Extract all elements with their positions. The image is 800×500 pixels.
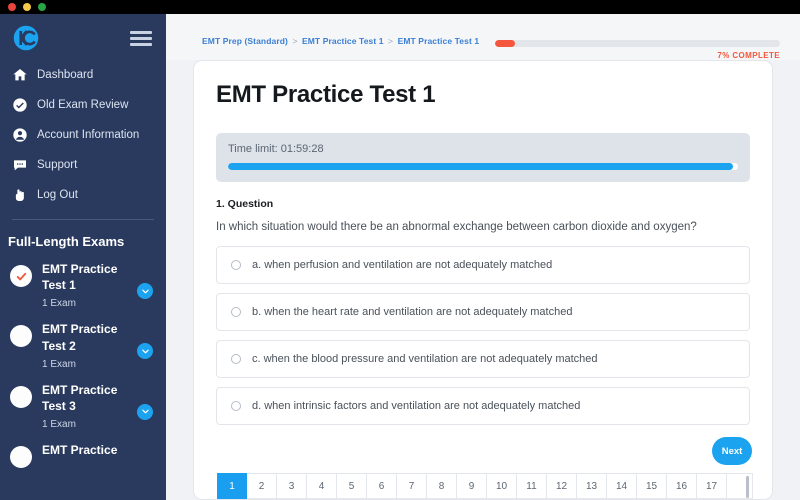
pagination-scrollbar[interactable] [746, 476, 749, 498]
status-circle-icon [10, 325, 32, 348]
answer-option-label: a. when perfusion and ventilation are no… [252, 259, 553, 271]
pagination-tail [727, 473, 753, 499]
sidebar-item-label: Support [37, 159, 78, 171]
next-button-row: Next [216, 433, 752, 473]
answer-option-c[interactable]: c. when the blood pressure and ventilati… [216, 340, 750, 378]
pagination-cell-8[interactable]: 8 [427, 473, 457, 499]
progress-fill [495, 40, 515, 47]
pagination-cell-9[interactable]: 9 [457, 473, 487, 499]
pagination-cell-7[interactable]: 7 [397, 473, 427, 499]
pagination-cell-2[interactable]: 2 [247, 473, 277, 499]
course-progress: 7% COMPLETE [495, 40, 780, 60]
chevron-down-icon[interactable] [137, 403, 153, 420]
pagination-cell-10[interactable]: 10 [487, 473, 517, 499]
radio-button[interactable] [231, 307, 241, 317]
ec-logo[interactable] [12, 24, 40, 52]
time-limit-fill [228, 163, 733, 170]
sidebar-item-label: Account Information [37, 129, 140, 141]
sidebar-section-title: Full-Length Exams [8, 234, 125, 249]
next-button[interactable]: Next [712, 437, 752, 465]
status-circle-icon [10, 385, 32, 408]
close-window-button[interactable] [8, 3, 16, 11]
exam-name: EMT Practice Test 2 [42, 322, 118, 353]
time-limit-panel: Time limit: 01:59:28 [216, 133, 750, 182]
pagination-cell-6[interactable]: 6 [367, 473, 397, 499]
list-item[interactable]: EMT Practice [0, 436, 166, 474]
sidebar-item-label: Dashboard [37, 69, 94, 81]
question-text: In which situation would there be an abn… [216, 221, 697, 233]
minimize-window-button[interactable] [23, 3, 31, 11]
breadcrumb: EMT Prep (Standard) > EMT Practice Test … [202, 36, 479, 46]
sidebar: Dashboard Old Exam Review Account Inform… [0, 14, 166, 500]
breadcrumb-item-1[interactable]: EMT Prep (Standard) [202, 36, 288, 46]
answer-option-d[interactable]: d. when intrinsic factors and ventilatio… [216, 387, 750, 425]
time-limit-track [228, 163, 738, 170]
answer-option-label: c. when the blood pressure and ventilati… [252, 353, 598, 365]
exam-name: EMT Practice [42, 443, 118, 458]
pagination-cell-13[interactable]: 13 [577, 473, 607, 499]
list-item[interactable]: EMT Practice Test 2 1 Exam [0, 315, 166, 375]
app-window: Dashboard Old Exam Review Account Inform… [0, 0, 800, 500]
sidebar-item-account-information[interactable]: Account Information [0, 120, 166, 150]
sidebar-header [0, 14, 166, 60]
radio-button[interactable] [231, 354, 241, 364]
pagination-cell-5[interactable]: 5 [337, 473, 367, 499]
exam-name: EMT Practice Test 1 [42, 262, 118, 293]
check-circle-icon [12, 97, 28, 113]
pagination-cell-3[interactable]: 3 [277, 473, 307, 499]
pagination-cell-11[interactable]: 11 [517, 473, 547, 499]
breadcrumb-item-3[interactable]: EMT Practice Test 1 [398, 36, 480, 46]
chevron-down-icon[interactable] [137, 283, 153, 299]
list-item[interactable]: EMT Practice Test 3 1 Exam [0, 376, 166, 436]
pagination-cell-15[interactable]: 15 [637, 473, 667, 499]
radio-button[interactable] [231, 260, 241, 270]
progress-track [495, 40, 780, 47]
exam-name: EMT Practice Test 3 [42, 382, 118, 413]
breadcrumb-separator: > [292, 36, 298, 46]
pagination-cell-4[interactable]: 4 [307, 473, 337, 499]
pagination-cell-17[interactable]: 17 [697, 473, 727, 499]
answer-options: a. when perfusion and ventilation are no… [216, 246, 750, 425]
answer-option-b[interactable]: b. when the heart rate and ventilation a… [216, 293, 750, 331]
breadcrumb-item-2[interactable]: EMT Practice Test 1 [302, 36, 384, 46]
pagination-cell-1[interactable]: 1 [217, 473, 247, 499]
sidebar-item-old-exam-review[interactable]: Old Exam Review [0, 90, 166, 120]
pagination-cell-16[interactable]: 16 [667, 473, 697, 499]
user-circle-icon [12, 127, 28, 143]
radio-button[interactable] [231, 401, 241, 411]
sidebar-item-label: Log Out [37, 189, 78, 201]
question-card: EMT Practice Test 1 Time limit: 01:59:28… [193, 60, 773, 500]
exam-count: 1 Exam [42, 298, 76, 310]
sidebar-item-log-out[interactable]: Log Out [0, 180, 166, 210]
pagination-cell-14[interactable]: 14 [607, 473, 637, 499]
breadcrumb-separator: > [388, 36, 394, 46]
sidebar-item-dashboard[interactable]: Dashboard [0, 60, 166, 90]
list-item[interactable]: EMT Practice Test 1 1 Exam [0, 255, 166, 315]
pagination-cell-12[interactable]: 12 [547, 473, 577, 499]
status-circle-icon [10, 446, 32, 469]
chat-bubble-icon [12, 157, 28, 173]
window-titlebar [0, 0, 800, 14]
main-content: EMT Prep (Standard) > EMT Practice Test … [166, 14, 800, 500]
question-number: 1. Question [216, 198, 274, 210]
sidebar-item-label: Old Exam Review [37, 99, 129, 111]
answer-option-label: b. when the heart rate and ventilation a… [252, 306, 573, 318]
hand-pointer-icon [12, 187, 28, 203]
answer-option-a[interactable]: a. when perfusion and ventilation are no… [216, 246, 750, 284]
completed-check-icon [10, 265, 32, 287]
time-limit-label: Time limit: 01:59:28 [228, 143, 324, 155]
answer-option-label: d. when intrinsic factors and ventilatio… [252, 400, 581, 412]
home-icon [12, 67, 28, 83]
progress-label: 7% COMPLETE [717, 51, 780, 60]
exam-count: 1 Exam [42, 419, 76, 431]
page-title: EMT Practice Test 1 [216, 81, 436, 108]
maximize-window-button[interactable] [38, 3, 46, 11]
hamburger-menu-icon[interactable] [130, 30, 152, 46]
topbar: EMT Prep (Standard) > EMT Practice Test … [166, 14, 800, 60]
exam-count: 1 Exam [42, 358, 76, 370]
sidebar-item-support[interactable]: Support [0, 150, 166, 180]
question-pagination[interactable]: 1 2 3 4 5 6 7 8 9 10 11 12 13 14 15 16 17 [217, 473, 753, 499]
